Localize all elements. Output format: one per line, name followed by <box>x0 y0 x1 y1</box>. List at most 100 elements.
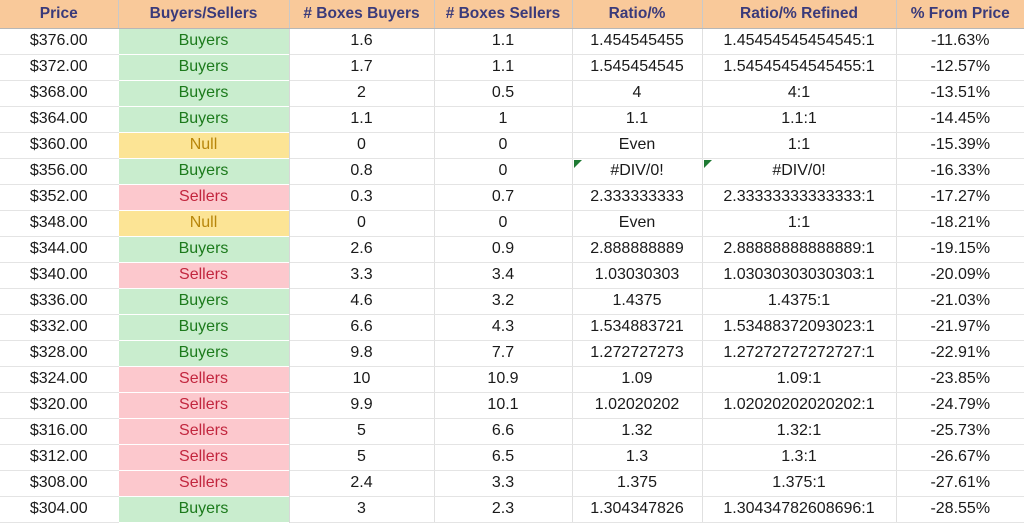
cell-ratio[interactable]: 1.375 <box>572 470 703 497</box>
cell-boxes-sellers[interactable]: 0 <box>434 210 573 237</box>
cell-buyers-sellers-status[interactable]: Sellers <box>118 262 290 288</box>
cell-ratio[interactable]: 1.32 <box>572 418 703 445</box>
table-row[interactable]: $336.00 Buyers 4.6 3.2 1.4375 1.4375:1 -21.03% <box>0 288 1024 315</box>
cell-pct-from-price[interactable]: -21.03% <box>896 288 1024 315</box>
cell-boxes-buyers[interactable]: 0.3 <box>289 184 435 211</box>
cell-boxes-buyers[interactable]: 0 <box>289 210 435 237</box>
cell-ratio-refined[interactable]: 1.4375:1 <box>702 288 897 315</box>
cell-ratio-refined[interactable]: 1.3:1 <box>702 444 897 471</box>
cell-pct-from-price[interactable]: -22.91% <box>896 340 1024 367</box>
cell-pct-from-price[interactable]: -28.55% <box>896 496 1024 523</box>
table-row[interactable]: $360.00 Null 0 0 Even 1:1 -15.39% <box>0 132 1024 159</box>
cell-ratio[interactable]: 2.888888889 <box>572 236 703 263</box>
table-row[interactable]: $324.00 Sellers 10 10.9 1.09 1.09:1 -23.85% <box>0 366 1024 393</box>
cell-ratio-refined[interactable]: 1:1 <box>702 132 897 159</box>
table-row[interactable]: $332.00 Buyers 6.6 4.3 1.534883721 1.53488372… <box>0 314 1024 341</box>
table-row[interactable]: $312.00 Sellers 5 6.5 1.3 1.3:1 -26.67% <box>0 444 1024 471</box>
cell-boxes-buyers[interactable]: 9.8 <box>289 340 435 367</box>
cell-boxes-buyers[interactable]: 10 <box>289 366 435 393</box>
column-header-buyers-sellers[interactable]: Buyers/Sellers <box>118 0 290 29</box>
cell-pct-from-price[interactable]: -11.63% <box>896 28 1024 55</box>
cell-pct-from-price[interactable]: -18.21% <box>896 210 1024 237</box>
cell-boxes-buyers[interactable]: 2.6 <box>289 236 435 263</box>
column-header-boxes-buyers[interactable]: # Boxes Buyers <box>289 0 435 29</box>
cell-pct-from-price[interactable]: -14.45% <box>896 106 1024 133</box>
cell-ratio[interactable]: 1.09 <box>572 366 703 393</box>
cell-boxes-buyers[interactable]: 5 <box>289 444 435 471</box>
cell-ratio[interactable]: 1.03030303 <box>572 262 703 289</box>
cell-ratio-refined[interactable]: 1.54545454545455:1 <box>702 54 897 81</box>
column-header-pct-from-price[interactable]: % From Price <box>896 0 1024 29</box>
cell-buyers-sellers-status[interactable]: Sellers <box>118 444 290 470</box>
cell-ratio[interactable]: 1.304347826 <box>572 496 703 523</box>
cell-boxes-sellers[interactable]: 0.9 <box>434 236 573 263</box>
cell-boxes-buyers[interactable]: 2 <box>289 80 435 107</box>
cell-ratio[interactable]: 1.4375 <box>572 288 703 315</box>
cell-price[interactable]: $352.00 <box>0 184 119 211</box>
cell-boxes-buyers[interactable]: 4.6 <box>289 288 435 315</box>
cell-boxes-sellers[interactable]: 3.2 <box>434 288 573 315</box>
cell-ratio-refined[interactable]: 1.27272727272727:1 <box>702 340 897 367</box>
cell-pct-from-price[interactable]: -27.61% <box>896 470 1024 497</box>
cell-ratio-refined[interactable]: 1.45454545454545:1 <box>702 28 897 55</box>
table-row[interactable]: $376.00 Buyers 1.6 1.1 1.454545455 1.45454545… <box>0 28 1024 55</box>
cell-buyers-sellers-status[interactable]: Buyers <box>118 106 290 132</box>
cell-ratio[interactable]: 1.02020202 <box>572 392 703 419</box>
cell-ratio-refined[interactable]: 1.03030303030303:1 <box>702 262 897 289</box>
cell-boxes-sellers[interactable]: 0 <box>434 158 573 185</box>
cell-buyers-sellers-status[interactable]: Sellers <box>118 418 290 444</box>
cell-boxes-sellers[interactable]: 3.3 <box>434 470 573 497</box>
cell-ratio-refined[interactable]: 1.375:1 <box>702 470 897 497</box>
table-row[interactable]: $364.00 Buyers 1.1 1 1.1 1.1:1 -14.45% <box>0 106 1024 133</box>
cell-boxes-buyers[interactable]: 3 <box>289 496 435 523</box>
table-row[interactable]: $352.00 Sellers 0.3 0.7 2.333333333 2.3333333… <box>0 184 1024 211</box>
spreadsheet-grid[interactable]: Price Buyers/Sellers # Boxes Buyers # Bo… <box>0 0 1024 527</box>
cell-pct-from-price[interactable]: -25.73% <box>896 418 1024 445</box>
cell-price[interactable]: $324.00 <box>0 366 119 393</box>
cell-ratio-refined[interactable]: 1.02020202020202:1 <box>702 392 897 419</box>
cell-boxes-buyers[interactable]: 0 <box>289 132 435 159</box>
cell-buyers-sellers-status[interactable]: Buyers <box>118 158 290 184</box>
table-row[interactable]: $372.00 Buyers 1.7 1.1 1.545454545 1.54545454… <box>0 54 1024 81</box>
cell-price[interactable]: $312.00 <box>0 444 119 471</box>
cell-price[interactable]: $376.00 <box>0 28 119 55</box>
table-row[interactable]: $328.00 Buyers 9.8 7.7 1.272727273 1.27272727… <box>0 340 1024 367</box>
cell-boxes-sellers[interactable]: 7.7 <box>434 340 573 367</box>
cell-price[interactable]: $356.00 <box>0 158 119 185</box>
cell-pct-from-price[interactable]: -20.09% <box>896 262 1024 289</box>
cell-price[interactable]: $332.00 <box>0 314 119 341</box>
cell-boxes-sellers[interactable]: 4.3 <box>434 314 573 341</box>
table-row[interactable]: $320.00 Sellers 9.9 10.1 1.02020202 1.0202020… <box>0 392 1024 419</box>
cell-boxes-buyers[interactable]: 3.3 <box>289 262 435 289</box>
table-row[interactable]: $348.00 Null 0 0 Even 1:1 -18.21% <box>0 210 1024 237</box>
cell-ratio-refined[interactable]: 1.09:1 <box>702 366 897 393</box>
cell-buyers-sellers-status[interactable]: Null <box>118 210 290 236</box>
cell-buyers-sellers-status[interactable]: Sellers <box>118 366 290 392</box>
column-header-ratio[interactable]: Ratio/% <box>572 0 703 29</box>
cell-buyers-sellers-status[interactable]: Buyers <box>118 236 290 262</box>
cell-boxes-sellers[interactable]: 0.7 <box>434 184 573 211</box>
cell-boxes-sellers[interactable]: 2.3 <box>434 496 573 523</box>
cell-price[interactable]: $344.00 <box>0 236 119 263</box>
cell-pct-from-price[interactable]: -15.39% <box>896 132 1024 159</box>
cell-price[interactable]: $340.00 <box>0 262 119 289</box>
column-header-price[interactable]: Price <box>0 0 119 29</box>
cell-boxes-buyers[interactable]: 5 <box>289 418 435 445</box>
cell-price[interactable]: $320.00 <box>0 392 119 419</box>
cell-ratio[interactable]: 1.454545455 <box>572 28 703 55</box>
cell-pct-from-price[interactable]: -17.27% <box>896 184 1024 211</box>
column-header-boxes-sellers[interactable]: # Boxes Sellers <box>434 0 573 29</box>
cell-pct-from-price[interactable]: -21.97% <box>896 314 1024 341</box>
cell-boxes-sellers[interactable]: 10.1 <box>434 392 573 419</box>
cell-price[interactable]: $304.00 <box>0 496 119 523</box>
cell-ratio[interactable]: 2.333333333 <box>572 184 703 211</box>
cell-boxes-buyers[interactable]: 1.7 <box>289 54 435 81</box>
cell-price[interactable]: $328.00 <box>0 340 119 367</box>
cell-price[interactable]: $336.00 <box>0 288 119 315</box>
table-row[interactable]: $304.00 Buyers 3 2.3 1.304347826 1.3043478260… <box>0 496 1024 523</box>
cell-price[interactable]: $360.00 <box>0 132 119 159</box>
cell-buyers-sellers-status[interactable]: Sellers <box>118 184 290 210</box>
cell-buyers-sellers-status[interactable]: Buyers <box>118 314 290 340</box>
cell-boxes-buyers[interactable]: 1.1 <box>289 106 435 133</box>
cell-buyers-sellers-status[interactable]: Buyers <box>118 340 290 366</box>
